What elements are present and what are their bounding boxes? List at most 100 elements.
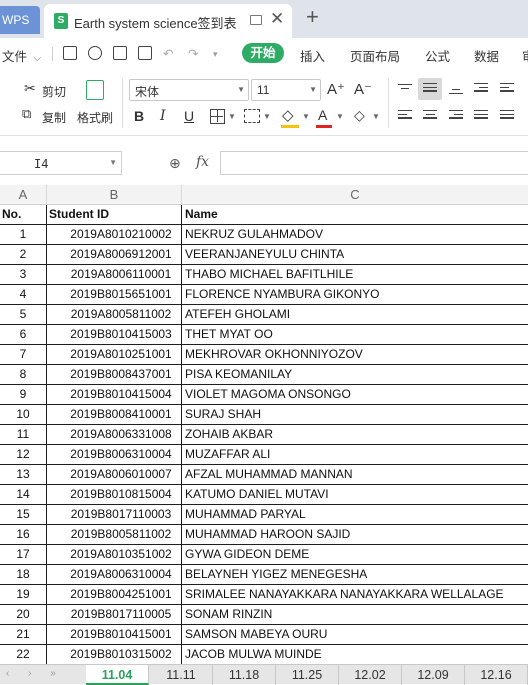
student-id-cell[interactable]: 2019B8015651001	[47, 285, 182, 305]
font-name-select[interactable]: 宋体 ▼	[129, 79, 249, 101]
name-cell[interactable]: VIOLET MAGOMA ONSONGO	[182, 385, 528, 405]
menu-review[interactable]: 审	[522, 46, 528, 65]
copy-icon[interactable]: ⧉	[22, 106, 31, 122]
student-id-cell[interactable]: 2019B8017110003	[47, 505, 182, 525]
row-number-cell[interactable]: 10	[0, 405, 47, 425]
column-header-c[interactable]: C	[182, 185, 528, 205]
row-number-cell[interactable]: 16	[0, 525, 47, 545]
student-id-cell[interactable]: 2019A8010251001	[47, 345, 182, 365]
menu-page-layout[interactable]: 页面布局	[350, 46, 400, 65]
chevron-down-icon[interactable]: ▼	[372, 112, 380, 121]
row-number-cell[interactable]: 7	[0, 345, 47, 365]
row-number-cell[interactable]: 4	[0, 285, 47, 305]
row-number-cell[interactable]: 21	[0, 625, 47, 645]
print-preview-icon[interactable]	[138, 46, 152, 60]
border-icon[interactable]	[210, 109, 225, 124]
row-number-cell[interactable]: 17	[0, 545, 47, 565]
sheet-tab[interactable]: 11.18	[213, 665, 276, 685]
menu-file[interactable]: 文件 ⌵	[2, 46, 41, 65]
student-id-cell[interactable]: 2019A8010351002	[47, 545, 182, 565]
underline-button[interactable]: U	[184, 108, 194, 124]
student-id-cell[interactable]: 2019A8006110001	[47, 265, 182, 285]
header-name-cell[interactable]: Name	[182, 205, 528, 225]
menu-formula[interactable]: 公式	[425, 46, 450, 65]
student-id-cell[interactable]: 2019B8004251001	[47, 585, 182, 605]
format-painter-button[interactable]: 格式刷	[77, 109, 113, 126]
copy-button[interactable]: 复制	[42, 109, 66, 126]
column-header-b[interactable]: B	[47, 185, 182, 205]
student-id-cell[interactable]: 2019B8010815004	[47, 485, 182, 505]
distribute-icon[interactable]	[500, 110, 514, 122]
zoom-lookup-icon[interactable]: ⊕	[169, 155, 181, 172]
fx-icon[interactable]: fx	[196, 154, 209, 170]
row-number-cell[interactable]: 14	[0, 485, 47, 505]
row-number-cell[interactable]: 18	[0, 565, 47, 585]
name-cell[interactable]: SRIMALEE NANAYAKKARA NANAYAKKARA WELLALA…	[182, 585, 528, 605]
name-cell[interactable]: SURAJ SHAH	[182, 405, 528, 425]
name-cell[interactable]: SAMSON MABEYA OURU	[182, 625, 528, 645]
align-left-icon[interactable]	[398, 110, 412, 122]
cut-button[interactable]: 剪切	[42, 83, 66, 100]
name-cell[interactable]: AFZAL MUHAMMAD MANNAN	[182, 465, 528, 485]
format-painter-icon[interactable]	[86, 80, 104, 100]
name-cell[interactable]: ATEFEH GHOLAMI	[182, 305, 528, 325]
student-id-cell[interactable]: 2019B8010415001	[47, 625, 182, 645]
name-cell[interactable]: THABO MICHAEL BAFITLHILE	[182, 265, 528, 285]
row-number-cell[interactable]: 5	[0, 305, 47, 325]
row-number-cell[interactable]: 8	[0, 365, 47, 385]
name-cell[interactable]: VEERANJANEYULU CHINTA	[182, 245, 528, 265]
row-number-cell[interactable]: 12	[0, 445, 47, 465]
redo-icon[interactable]: ↷	[188, 46, 198, 61]
sheet-tab[interactable]: 12.09	[402, 665, 465, 685]
justify-icon[interactable]	[474, 110, 488, 122]
chevron-down-icon[interactable]: ▼	[302, 112, 310, 121]
wps-home-tab[interactable]: WPS	[0, 6, 40, 34]
name-cell[interactable]: BELAYNEH YIGEZ MENEGESHA	[182, 565, 528, 585]
student-id-cell[interactable]: 2019B8008410001	[47, 405, 182, 425]
font-size-select[interactable]: 11 ▼	[251, 79, 321, 101]
name-cell[interactable]: NEKRUZ GULAHMADOV	[182, 225, 528, 245]
menu-start[interactable]: 开始	[242, 43, 284, 63]
name-cell[interactable]: GYWA GIDEON DEME	[182, 545, 528, 565]
name-cell[interactable]: FLORENCE NYAMBURA GIKONYO	[182, 285, 528, 305]
grow-font-icon[interactable]: A⁺	[327, 80, 345, 98]
name-cell[interactable]: MUHAMMAD PARYAL	[182, 505, 528, 525]
chevron-down-icon[interactable]: ▼	[336, 112, 344, 121]
merge-cells-icon[interactable]	[244, 109, 260, 123]
save-icon[interactable]	[63, 46, 77, 60]
clear-format-icon[interactable]: ◇	[354, 107, 365, 124]
student-id-cell[interactable]: 2019B8006310004	[47, 445, 182, 465]
student-id-cell[interactable]: 2019A8005811002	[47, 305, 182, 325]
row-number-cell[interactable]: 3	[0, 265, 47, 285]
student-id-cell[interactable]: 2019A8006912001	[47, 245, 182, 265]
chevron-down-icon[interactable]: ▼	[228, 112, 236, 121]
indent-increase-icon[interactable]	[500, 83, 514, 95]
align-top-icon[interactable]	[398, 84, 412, 96]
chevron-down-icon[interactable]: ▼	[263, 112, 271, 121]
name-box[interactable]: I4 ▼	[0, 151, 122, 175]
sheet-tab[interactable]: 11.04	[86, 665, 149, 685]
sheet-tab[interactable]: 12.16	[465, 665, 528, 685]
align-center-icon[interactable]	[423, 110, 437, 122]
align-bottom-icon[interactable]	[449, 89, 463, 101]
student-id-cell[interactable]: 2019B8010415004	[47, 385, 182, 405]
student-id-cell[interactable]: 2019B8010315002	[47, 645, 182, 665]
formula-input[interactable]	[220, 151, 528, 175]
student-id-cell[interactable]: 2019A8006331008	[47, 425, 182, 445]
name-cell[interactable]: MUZAFFAR ALI	[182, 445, 528, 465]
header-student-id-cell[interactable]: Student ID	[47, 205, 182, 225]
print-icon[interactable]	[113, 46, 127, 60]
row-number-cell[interactable]: 11	[0, 425, 47, 445]
header-no-cell[interactable]: No.	[0, 205, 47, 225]
sheet-tab[interactable]: 12.02	[339, 665, 402, 685]
row-number-cell[interactable]: 6	[0, 325, 47, 345]
name-cell[interactable]: KATUMO DANIEL MUTAVI	[182, 485, 528, 505]
indent-decrease-icon[interactable]	[474, 83, 488, 95]
sheet-tab[interactable]: 11.11	[150, 665, 213, 685]
menu-data[interactable]: 数据	[474, 46, 499, 65]
row-number-cell[interactable]: 22	[0, 645, 47, 665]
row-number-cell[interactable]: 1	[0, 225, 47, 245]
close-tab-icon[interactable]: ✕	[270, 9, 284, 29]
document-tab[interactable]: S Earth system science签到表 ✕	[44, 4, 292, 38]
sheet-tab[interactable]: 11.25	[276, 665, 339, 685]
